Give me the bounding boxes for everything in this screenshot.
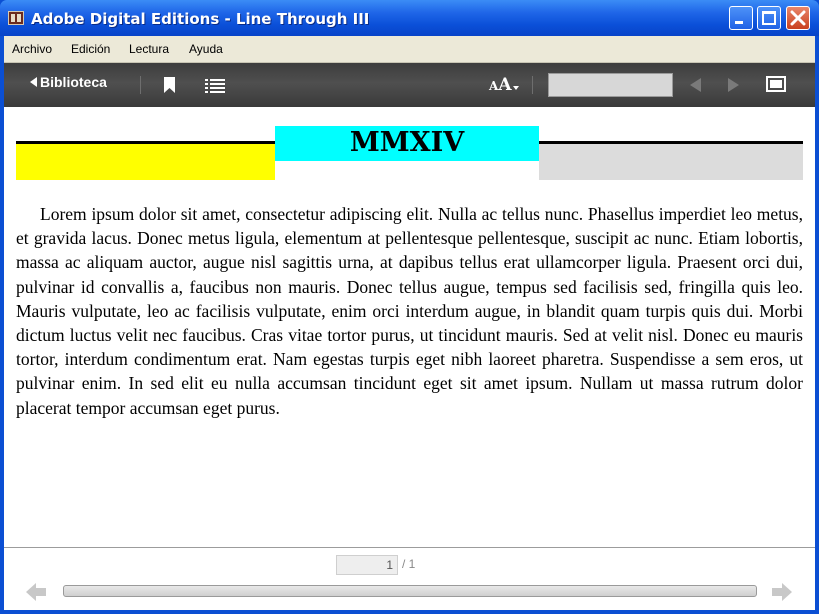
heading-right-band <box>539 144 803 180</box>
previous-page-icon[interactable] <box>690 78 701 92</box>
fullscreen-icon[interactable] <box>766 76 786 92</box>
font-size-small-glyph: A <box>489 79 499 93</box>
library-label: Biblioteca <box>40 74 107 90</box>
page-number-input[interactable]: 1 <box>336 555 398 575</box>
font-size-large-glyph: A <box>498 75 512 95</box>
reading-pane: MMXIV Lorem ipsum dolor sit amet, consec… <box>4 107 815 547</box>
page-navigation: 1 / 1 <box>4 547 815 610</box>
bookmark-icon[interactable] <box>164 77 175 93</box>
menu-archivo[interactable]: Archivo <box>12 42 52 56</box>
page-total: / 1 <box>402 557 416 571</box>
close-icon <box>790 10 806 26</box>
page-scrollbar[interactable] <box>63 585 757 597</box>
dropdown-arrow-icon <box>512 86 519 90</box>
maximize-button[interactable] <box>757 6 781 30</box>
search-input[interactable] <box>548 73 673 97</box>
menu-bar: Archivo Edición Lectura Ayuda <box>4 36 815 63</box>
minimize-button[interactable] <box>729 6 753 30</box>
toolbar-divider <box>140 76 141 94</box>
heading-left-band <box>16 144 275 180</box>
font-size-button[interactable]: AA <box>489 75 519 95</box>
body-paragraph: Lorem ipsum dolor sit amet, consectetur … <box>16 204 803 418</box>
title-bar: Adobe Digital Editions - Line Through II… <box>0 0 819 36</box>
menu-lectura[interactable]: Lectura <box>129 42 169 56</box>
reader-toolbar: Biblioteca AA <box>4 63 815 107</box>
close-button[interactable] <box>786 6 810 30</box>
previous-arrow-icon[interactable] <box>25 581 47 603</box>
app-book-icon[interactable] <box>8 11 24 25</box>
library-button[interactable]: Biblioteca <box>30 74 107 90</box>
menu-ayuda[interactable]: Ayuda <box>189 42 223 56</box>
table-of-contents-icon[interactable] <box>205 79 225 93</box>
back-arrow-icon <box>30 77 37 87</box>
chapter-heading: MMXIV <box>275 126 539 161</box>
next-page-icon[interactable] <box>728 78 739 92</box>
menu-edicion[interactable]: Edición <box>71 42 110 56</box>
window-title: Adobe Digital Editions - Line Through II… <box>31 10 370 28</box>
toolbar-divider <box>532 76 533 94</box>
next-arrow-icon[interactable] <box>771 581 793 603</box>
